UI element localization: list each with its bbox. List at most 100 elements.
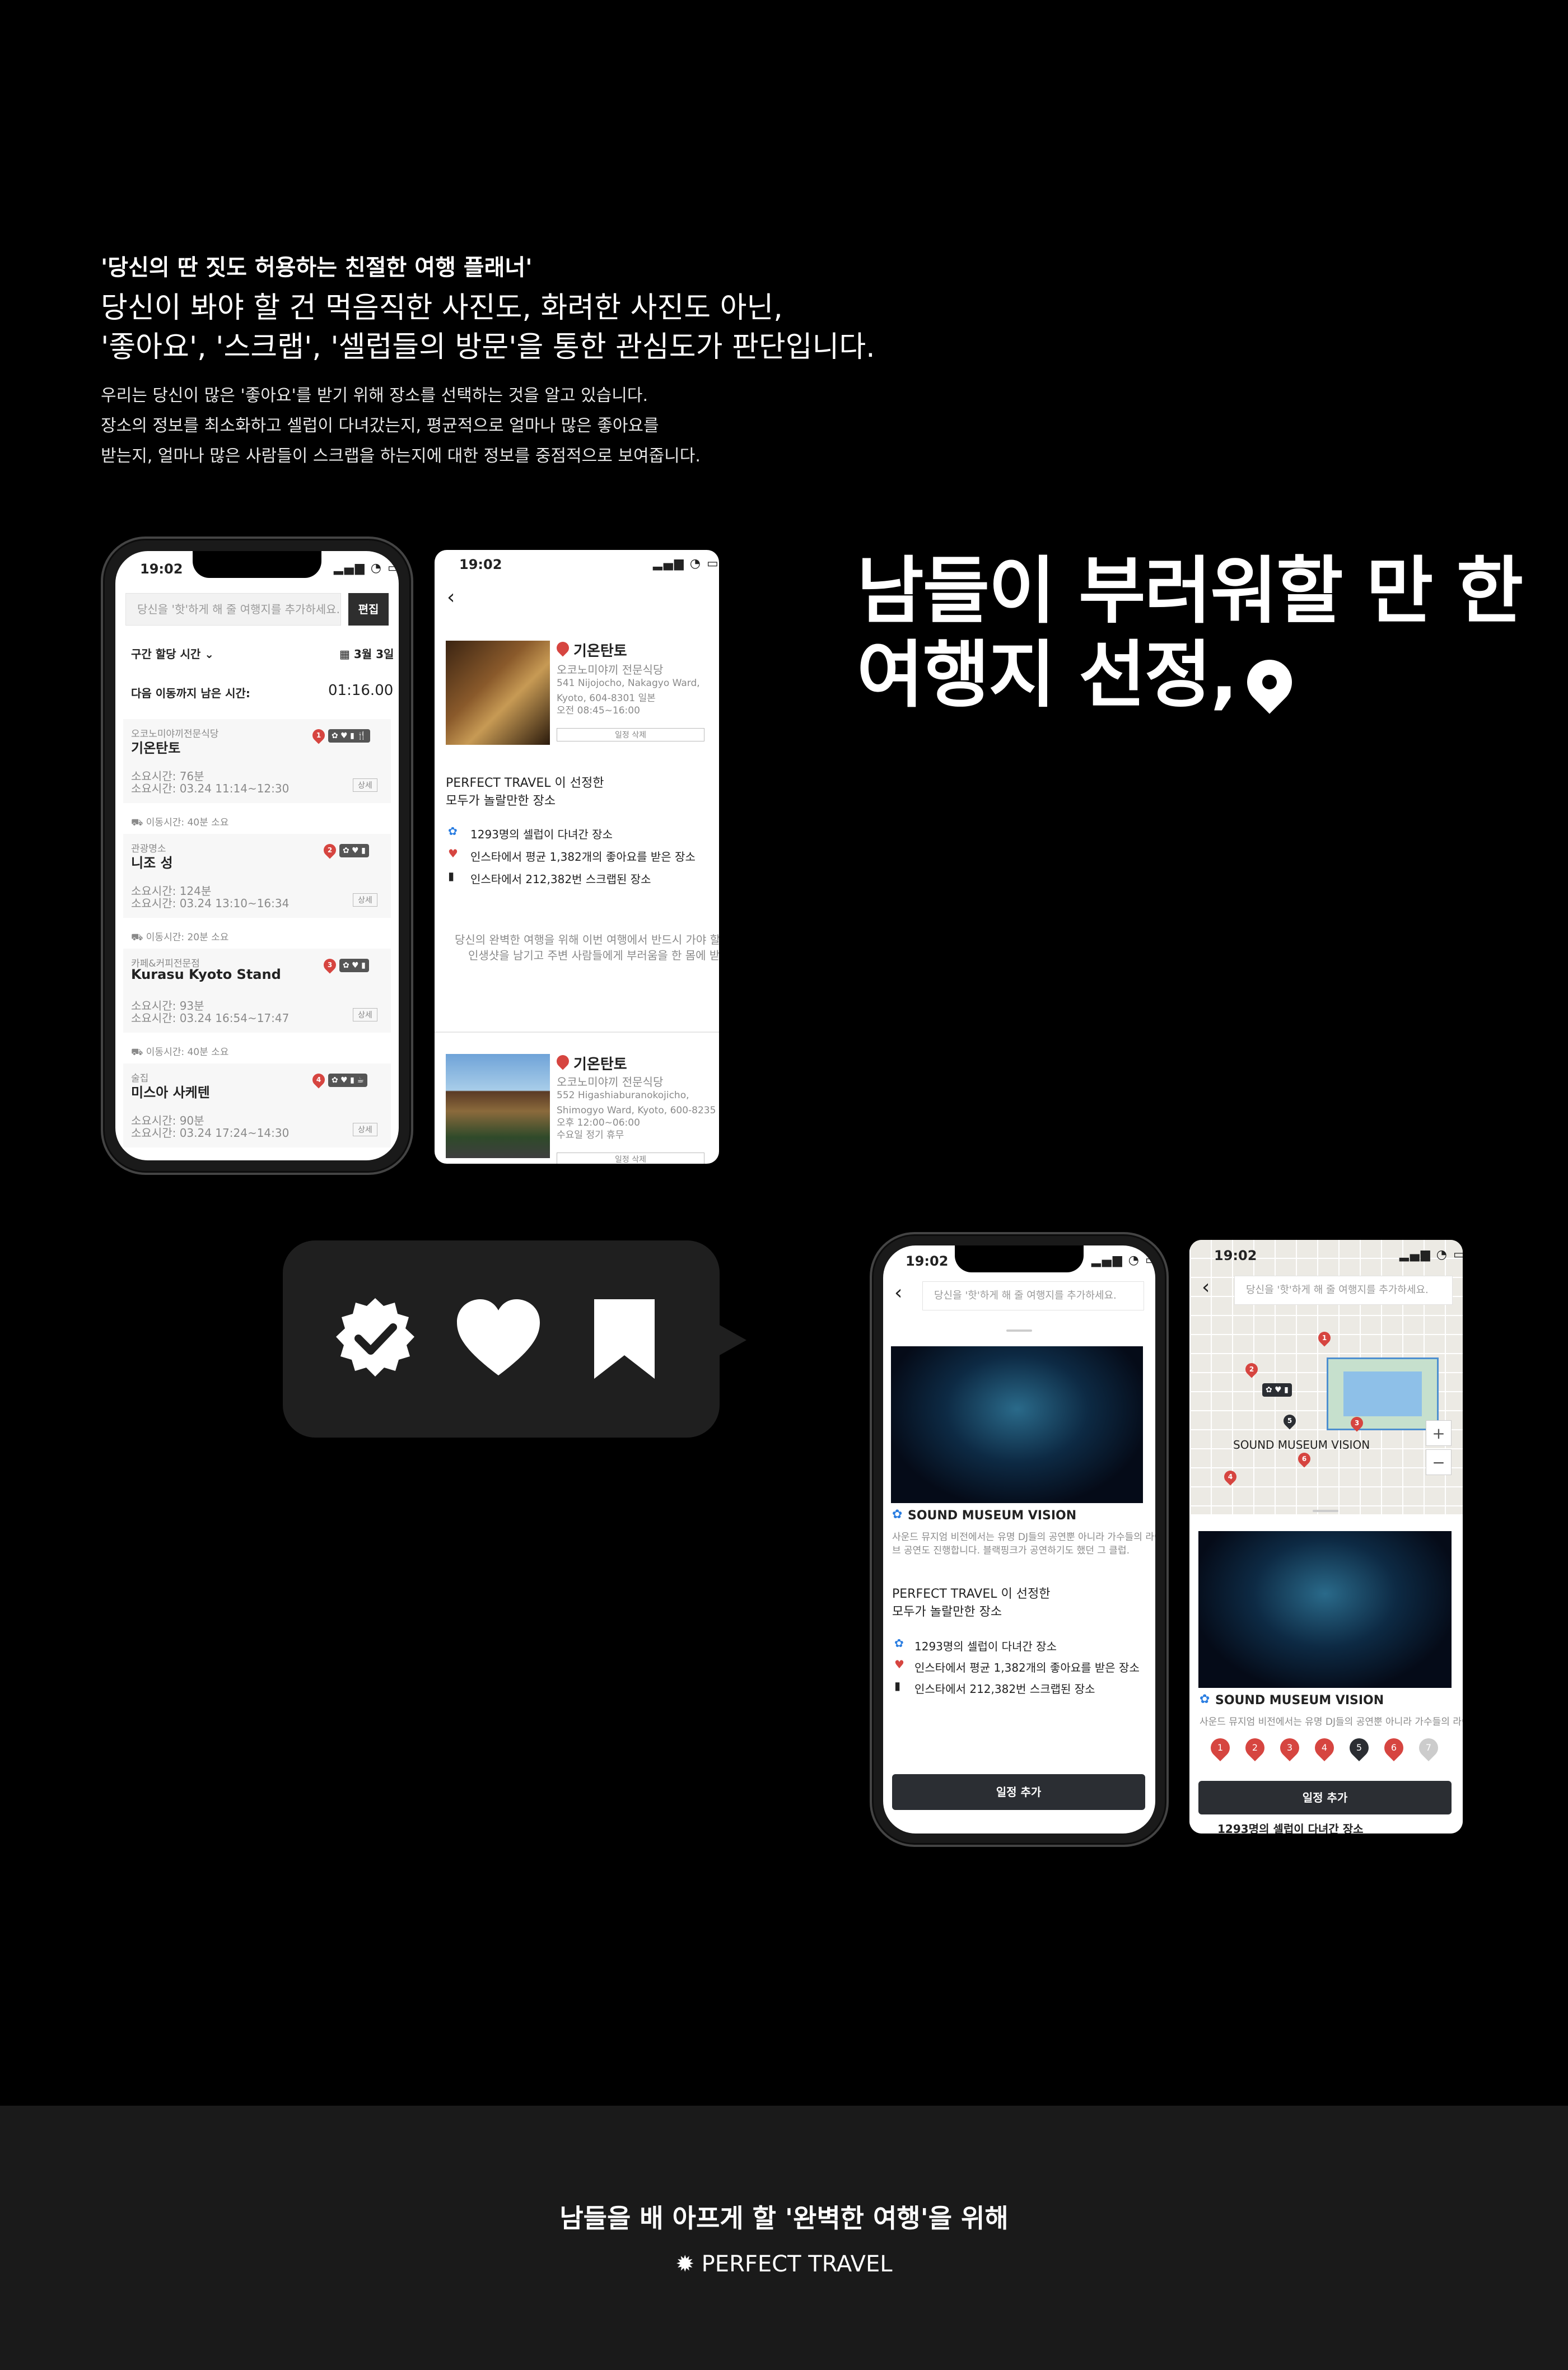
verified-badge-icon xyxy=(336,1298,414,1377)
order-pin-icon[interactable]: 4 xyxy=(1310,1734,1338,1762)
car-icon: ⛟ xyxy=(131,932,146,943)
intro-headline: 당신이 봐야 할 건 먹음직한 사진도, 화려한 사진도 아닌, '좋아요', … xyxy=(101,288,875,367)
schedule-item[interactable]: 오코노미야끼전문식당 기온탄토 1 ✿ ♥ ▮ 🍴 소요시간: 76분 소요시간… xyxy=(123,719,391,803)
search-input[interactable]: 당신을 '핫'하게 해 줄 여행지를 추가하세요. xyxy=(125,593,341,626)
footer-brand: ✹ PERFECT TRAVEL xyxy=(0,2251,1568,2277)
restaurant-photo xyxy=(446,641,550,745)
status-time: 19:02 xyxy=(906,1253,949,1269)
closed-day: 수요일 정기 휴무 xyxy=(557,1130,624,1141)
map-pin-icon: 4 xyxy=(1221,1468,1239,1486)
address-line: 552 Higashiaburanokojicho, xyxy=(557,1090,689,1101)
description-line: 당신의 완벽한 여행을 위해 이번 여행에서 반드시 가야 할 장소, xyxy=(455,933,719,946)
detail-screen: 19:02 ▂▄▆ ◔ ▭ ‹ 기온탄토 오코노미야끼 전문식당 541 Nij… xyxy=(435,550,719,1164)
selection-subtitle: 모두가 놀랄만한 장소 xyxy=(892,1605,1002,1619)
phone-notch xyxy=(955,1245,1084,1272)
order-pin-icon[interactable]: 1 xyxy=(1206,1734,1234,1762)
order-pin-icon[interactable]: 5 xyxy=(1345,1734,1373,1762)
location-pin-icon xyxy=(1238,650,1301,714)
back-icon[interactable]: ‹ xyxy=(447,586,455,609)
item-name: 미스아 사케텐 xyxy=(131,1085,210,1100)
map-pin-icon: 3 xyxy=(1348,1414,1366,1432)
sheet-handle[interactable] xyxy=(1313,1510,1338,1512)
map-pin-label: SOUND MUSEUM VISION xyxy=(1233,1438,1370,1452)
castle-photo xyxy=(446,1054,550,1158)
stat-likes: 인스타에서 평균 1,382개의 좋아요를 받은 장소 xyxy=(470,850,696,864)
map-pin-icon: 2 xyxy=(321,841,339,859)
badge-icons: ✿ ♥ ▮ xyxy=(339,844,369,857)
club-photo xyxy=(1198,1531,1452,1688)
detail-button[interactable]: 상세 xyxy=(353,1123,377,1136)
intro-body: 우리는 당신이 많은 '좋아요'를 받기 위해 장소를 선택하는 것을 알고 있… xyxy=(101,381,701,472)
venue-name: SOUND MUSEUM VISION xyxy=(908,1509,1077,1523)
venue-name: SOUND MUSEUM VISION xyxy=(1215,1693,1384,1707)
stat-celeb: 1293명의 셀럽이 다녀간 장소 xyxy=(470,828,613,841)
remaining-label: 다음 이동까지 남은 시간: xyxy=(131,687,250,700)
stat-celeb: 1293명의 셀럽이 다녀간 장소 xyxy=(914,1640,1057,1653)
map-pin-icon: 6 xyxy=(1295,1450,1313,1468)
water-area xyxy=(1343,1371,1422,1416)
club-photo xyxy=(891,1346,1143,1503)
phone-schedule: 19:02 ▂▄▆ ◔ ▭ 당신을 '핫'하게 해 줄 여행지를 추가하세요. … xyxy=(101,536,413,1175)
zoom-out-button[interactable]: − xyxy=(1426,1449,1452,1475)
date-label[interactable]: ▦ 3월 3일 xyxy=(339,645,394,661)
venue-description: 사운드 뮤지엄 비전에서는 유명 DJ들의 공연뿐 아니라 가수들의 라이 xyxy=(1200,1716,1463,1728)
place-name: 기온탄토 xyxy=(573,1056,627,1073)
address-line: 541 Nijojocho, Nakagyo Ward, xyxy=(557,678,700,689)
move-time: ⛟ 이동시간: 20분 소요 xyxy=(131,932,229,943)
map-pin-icon: 1 xyxy=(310,726,328,744)
item-time-range: 소요시간: 03.24 11:14~12:30 xyxy=(131,782,290,795)
intro-quote: '당신의 딴 짓도 허용하는 친절한 여행 플래너' xyxy=(101,255,533,281)
order-pin-icon[interactable]: 7 xyxy=(1415,1734,1443,1762)
stat-celeb-peek: 1293명의 셀럽이 다녀간 장소 xyxy=(1217,1822,1364,1834)
add-schedule-button[interactable]: 일정 추가 xyxy=(1198,1781,1452,1814)
schedule-item[interactable]: 술집 미스아 사케텐 4 ✿ ♥ ▮ ☕ 소요시간: 90분 소요시간: 03.… xyxy=(123,1063,391,1147)
phone-venue: 19:02 ▂▄▆ ◔ ▭ ‹ 당신을 '핫'하게 해 줄 여행지를 추가하세요… xyxy=(870,1232,1169,1847)
order-pin-icon[interactable]: 6 xyxy=(1380,1734,1408,1762)
detail-button[interactable]: 상세 xyxy=(353,778,377,792)
verified-icon: ✿ xyxy=(448,824,458,838)
stat-scrap: 인스타에서 212,382번 스크랩된 장소 xyxy=(470,873,651,886)
body-line-1: 우리는 당신이 많은 '좋아요'를 받기 위해 장소를 선택하는 것을 알고 있… xyxy=(101,386,648,405)
zoom-in-button[interactable]: + xyxy=(1426,1420,1452,1446)
schedule-item[interactable]: 카페&커피전문점 Kurasu Kyoto Stand 3 ✿ ♥ ▮ 소요시간… xyxy=(123,949,391,1033)
hours: 오전 08:45~16:00 xyxy=(557,705,640,716)
back-icon[interactable]: ‹ xyxy=(894,1281,902,1304)
order-pin-icon[interactable]: 2 xyxy=(1241,1734,1269,1762)
stat-likes: 인스타에서 평균 1,382개의 좋아요를 받은 장소 xyxy=(914,1661,1140,1674)
delete-schedule-button[interactable]: 일정 삭제 xyxy=(557,728,704,741)
section-time-dropdown[interactable]: 구간 할당 시간 ⌄ xyxy=(131,645,214,661)
bookmark-icon xyxy=(594,1299,655,1379)
headline-line-2: '좋아요', '스크랩', '셀럽들의 방문'을 통한 관심도가 판단입니다. xyxy=(101,330,875,364)
status-icons: ▂▄▆ ◔ ▭ xyxy=(1399,1248,1463,1262)
schedule-item[interactable]: 관광명소 니조 성 2 ✿ ♥ ▮ 소요시간: 124분 소요시간: 03.24… xyxy=(123,834,391,918)
calendar-icon: ▦ xyxy=(339,647,354,661)
search-input[interactable]: 당신을 '핫'하게 해 줄 여행지를 추가하세요. xyxy=(1234,1276,1453,1305)
item-time-range: 소요시간: 03.24 13:10~16:34 xyxy=(131,897,290,910)
phone-notch xyxy=(193,551,321,578)
venue-screen: 19:02 ▂▄▆ ◔ ▭ ‹ 당신을 '핫'하게 해 줄 여행지를 추가하세요… xyxy=(883,1245,1155,1834)
status-time: 19:02 xyxy=(459,557,502,572)
detail-button[interactable]: 상세 xyxy=(353,893,377,907)
map-pin-icon xyxy=(554,1052,572,1070)
item-name: 니조 성 xyxy=(131,855,173,871)
edit-button[interactable]: 편집 xyxy=(348,593,389,626)
place-category: 오코노미야끼 전문식당 xyxy=(557,663,664,677)
move-time: ⛟ 이동시간: 40분 소요 xyxy=(131,817,229,828)
back-icon[interactable]: ‹ xyxy=(1202,1276,1210,1299)
status-time: 19:02 xyxy=(140,561,183,577)
heart-icon: ♥ xyxy=(894,1658,904,1671)
hero-line-2: 여행지 선정, xyxy=(857,632,1238,717)
delete-schedule-button[interactable]: 일정 삭제 xyxy=(557,1153,704,1164)
add-schedule-button[interactable]: 일정 추가 xyxy=(892,1774,1145,1810)
selected-badge-icons: ✿ ♥ ▮ xyxy=(1262,1383,1292,1397)
order-pin-icon[interactable]: 3 xyxy=(1276,1734,1304,1762)
car-icon: ⛟ xyxy=(131,817,146,828)
search-input[interactable]: 당신을 '핫'하게 해 줄 여행지를 추가하세요. xyxy=(922,1281,1144,1310)
stat-scrap: 인스타에서 212,382번 스크랩된 장소 xyxy=(914,1682,1095,1696)
verified-icon: ✿ xyxy=(892,1508,903,1522)
status-icons: ▂▄▆ ◔ ▭ xyxy=(334,561,399,575)
body-line-3: 받는지, 얼마나 많은 사람들이 스크랩을 하는지에 대한 정보를 중점적으로 … xyxy=(101,446,701,466)
detail-button[interactable]: 상세 xyxy=(353,1008,377,1021)
footer-tagline: 남들을 배 아프게 할 '완벽한 여행'을 위해 xyxy=(559,2203,1009,2233)
heart-icon: ♥ xyxy=(448,847,458,860)
